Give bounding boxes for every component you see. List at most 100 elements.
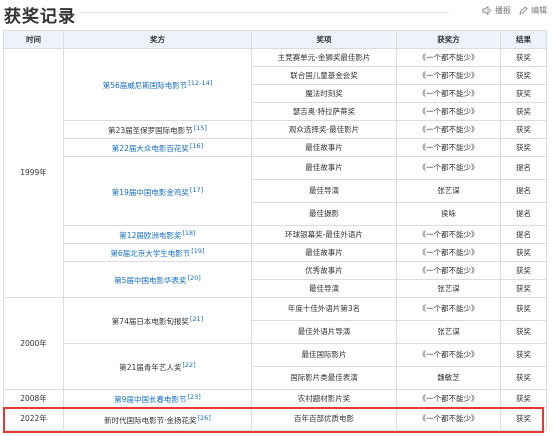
- event-cell: 第22届大众电影百花奖[16]: [63, 138, 252, 157]
- reference-link[interactable]: [23]: [187, 393, 200, 401]
- result-cell: 获奖: [500, 138, 547, 157]
- event-link[interactable]: 第19届中国电影金鸡奖: [112, 188, 189, 197]
- event-cell: 第6届北京大学生电影节[19]: [63, 243, 252, 262]
- event-link[interactable]: 第9届中国长春电影节: [114, 395, 186, 404]
- result-cell: 获奖: [500, 407, 547, 431]
- result-cell: 提名: [500, 156, 547, 180]
- result-cell: 获奖: [500, 389, 547, 408]
- table-row: 2008年 第9届中国长春电影节[23] 农村题材影片奖 《一个都不能少》 获奖: [3, 389, 547, 408]
- year-cell: 1999年: [3, 48, 64, 298]
- event-link[interactable]: 第5届中国电影华表奖: [114, 276, 186, 285]
- event-name: 第21届青年艺人奖: [119, 363, 182, 372]
- col-header-result: 结果: [500, 30, 547, 49]
- winner-cell: 魏敏芝: [396, 366, 501, 390]
- result-cell: 获奖: [500, 243, 547, 262]
- winner-cell: 《一个都不能少》: [396, 156, 501, 180]
- award-cell: 最佳摄影: [251, 202, 397, 226]
- table-row: 第23届圣保罗国际电影节[15] 观众选择奖-最佳影片 《一个都不能少》 获奖: [4, 120, 547, 139]
- year-cell: 2022年: [3, 407, 64, 431]
- event-cell: 第19届中国电影金鸡奖[17]: [63, 156, 252, 226]
- winner-cell: 《一个都不能少》: [396, 297, 501, 321]
- reference-link[interactable]: [15]: [194, 124, 207, 132]
- winner-cell: 《一个都不能少》: [396, 48, 501, 67]
- result-cell: 获奖: [500, 343, 547, 367]
- reference-link[interactable]: [26]: [198, 414, 211, 422]
- edit-button[interactable]: 编辑: [519, 5, 547, 16]
- reference-link[interactable]: [17]: [190, 186, 203, 194]
- result-cell: 提名: [500, 225, 547, 244]
- event-cell: 新时代国际电影节·金扬花奖[26]: [63, 407, 252, 431]
- reference-link[interactable]: [22]: [182, 361, 195, 369]
- award-cell: 百年百部优质电影: [251, 407, 397, 431]
- table-row: 第19届中国电影金鸡奖[17] 最佳故事片 《一个都不能少》 提名: [4, 156, 547, 226]
- reference-link[interactable]: [18]: [182, 229, 195, 237]
- table-row: 1999年 第56届威尼斯国际电影节[12-14] 主竞赛单元-金狮奖最佳影片 …: [3, 48, 547, 298]
- award-cell: 瑟吉奥·特拉萨蒂奖: [251, 102, 397, 121]
- table-row: 第6届北京大学生电影节[19] 最佳故事片 《一个都不能少》 获奖: [4, 243, 547, 262]
- award-cell: 最佳故事片: [251, 243, 397, 262]
- award-cell: 国际影片类最佳表演: [251, 366, 397, 390]
- table-row: 第22届大众电影百花奖[16] 最佳故事片 《一个都不能少》 获奖: [4, 138, 547, 157]
- broadcast-label: 播报: [495, 6, 511, 15]
- result-cell: 获奖: [500, 102, 547, 121]
- award-cell: 主竞赛单元-金狮奖最佳影片: [251, 48, 397, 67]
- winner-cell: 侯咏: [396, 202, 501, 226]
- event-link[interactable]: 第12届欧洲电影奖: [119, 231, 181, 240]
- result-cell: 获奖: [500, 279, 547, 298]
- result-cell: 获奖: [500, 66, 547, 85]
- header-divider: [80, 12, 449, 13]
- event-name: 第23届圣保罗国际电影节: [108, 126, 193, 135]
- award-cell: 农村题材影片奖: [251, 389, 397, 408]
- broadcast-button[interactable]: 播报: [482, 5, 511, 16]
- award-cell: 最佳外语片导演: [251, 320, 397, 344]
- col-header-winner: 获奖方: [396, 30, 501, 49]
- event-cell: 第5届中国电影华表奖[20]: [63, 261, 252, 298]
- result-cell: 获奖: [500, 366, 547, 390]
- awards-table: 时间 奖方 奖项 获奖方 结果 1999年 第56届威尼斯国际电影节[12-14…: [3, 30, 547, 431]
- result-cell: 获奖: [500, 261, 547, 280]
- winner-cell: 《一个都不能少》: [396, 407, 501, 431]
- award-cell: 观众选择奖-最佳影片: [251, 120, 397, 139]
- award-cell: 最佳故事片: [251, 156, 397, 180]
- year-cell: 2008年: [3, 389, 64, 408]
- reference-link[interactable]: [12-14]: [188, 79, 212, 87]
- award-cell: 最佳导演: [251, 179, 397, 203]
- speaker-icon: [482, 6, 492, 15]
- edit-label: 编辑: [531, 6, 547, 15]
- winner-cell: 《一个都不能少》: [396, 225, 501, 244]
- winner-cell: 张艺谋: [396, 279, 501, 298]
- winner-cell: 张艺谋: [396, 320, 501, 344]
- winner-cell: 《一个都不能少》: [396, 343, 501, 367]
- result-cell: 获奖: [500, 297, 547, 321]
- reference-link[interactable]: [21]: [190, 315, 203, 323]
- event-link[interactable]: 第56届威尼斯国际电影节: [103, 81, 188, 90]
- event-link[interactable]: 第6届北京大学生电影节: [110, 249, 190, 258]
- result-cell: 提名: [500, 179, 547, 203]
- result-cell: 获奖: [500, 120, 547, 139]
- result-cell: 提名: [500, 202, 547, 226]
- section-header: 获奖记录 播报 编辑: [0, 0, 553, 27]
- table-row: 2022年 新时代国际电影节·金扬花奖[26] 百年百部优质电影 《一个都不能少…: [3, 407, 547, 431]
- event-cell: 第12届欧洲电影奖[18]: [63, 225, 252, 244]
- winner-cell: 《一个都不能少》: [396, 389, 501, 408]
- table-row: 第21届青年艺人奖[22] 最佳国际影片 《一个都不能少》 获奖: [4, 343, 547, 390]
- section-title: 获奖记录: [4, 7, 76, 27]
- event-cell: 第56届威尼斯国际电影节[12-14]: [63, 48, 252, 121]
- winner-cell: 《一个都不能少》: [396, 261, 501, 280]
- result-cell: 获奖: [500, 320, 547, 344]
- winner-cell: 张艺谋: [396, 179, 501, 203]
- event-link[interactable]: 第22届大众电影百花奖: [112, 144, 189, 153]
- table-row: 第12届欧洲电影奖[18] 环球银幕奖-最佳外语片 《一个都不能少》 提名: [4, 225, 547, 244]
- award-cell: 最佳故事片: [251, 138, 397, 157]
- col-header-award: 奖项: [251, 30, 397, 49]
- winner-cell: 《一个都不能少》: [396, 102, 501, 121]
- event-cell: 第9届中国长春电影节[23]: [63, 389, 252, 408]
- reference-link[interactable]: [19]: [191, 247, 204, 255]
- reference-link[interactable]: [20]: [187, 274, 200, 282]
- reference-link[interactable]: [16]: [190, 142, 203, 150]
- year-cell: 2000年: [3, 297, 64, 390]
- winner-cell: 《一个都不能少》: [396, 138, 501, 157]
- table-row: 2000年 第74届日本电影旬报奖[21] 年度十佳外语片第3名 《一个都不能少…: [3, 297, 547, 390]
- event-cell: 第23届圣保罗国际电影节[15]: [63, 120, 252, 139]
- winner-cell: 《一个都不能少》: [396, 120, 501, 139]
